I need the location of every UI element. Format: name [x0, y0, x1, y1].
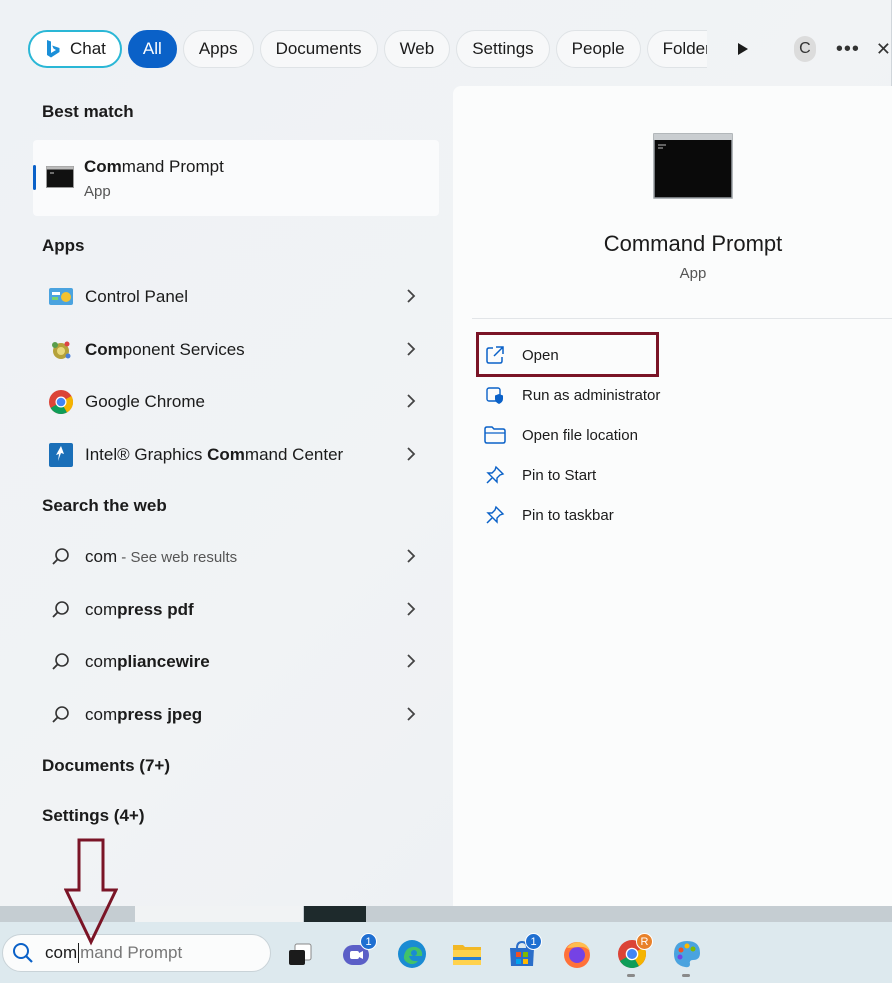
chevron-right-icon[interactable] [405, 445, 417, 463]
chrome-icon [47, 388, 75, 416]
documents-heading[interactable]: Documents (7+) [42, 756, 170, 776]
filter-chat[interactable]: Chat [28, 30, 122, 68]
close-icon[interactable]: ✕ [876, 39, 891, 60]
selection-indicator [33, 165, 36, 190]
running-indicator [682, 974, 690, 977]
intel-graphics-icon [47, 441, 75, 469]
web-result-label: compress pdf [85, 600, 194, 619]
search-typed-text: com [45, 943, 78, 962]
play-icon [738, 43, 749, 55]
chevron-right-icon[interactable] [405, 705, 417, 723]
filter-folders[interactable]: Folders [646, 30, 707, 68]
search-icon [47, 596, 75, 624]
edge-icon[interactable] [396, 938, 428, 970]
search-icon [47, 543, 75, 571]
filter-people[interactable]: People [555, 30, 641, 68]
app-control-panel[interactable]: Control Panel [33, 275, 439, 319]
chrome-profile-badge: R [636, 933, 653, 950]
app-component-services[interactable]: Component Services [33, 328, 439, 372]
app-label: Control Panel [85, 287, 189, 306]
action-label: Open file location [522, 426, 638, 444]
down-arrow-annotation [64, 838, 118, 946]
chevron-right-icon[interactable] [405, 392, 417, 410]
bing-icon [47, 40, 60, 58]
settings-heading[interactable]: Settings (4+) [42, 806, 145, 826]
web-result-label: compliancewire [85, 652, 210, 671]
taskbar-search-input[interactable]: com mand Prompt [2, 934, 271, 972]
app-label: Intel® Graphics Command Center [85, 445, 344, 464]
filter-settings[interactable]: Settings [456, 30, 550, 68]
filter-chat-label: Chat [70, 39, 106, 58]
action-pin-to-taskbar[interactable]: Pin to taskbar [483, 495, 614, 535]
chevron-right-icon[interactable] [405, 340, 417, 358]
file-explorer-icon[interactable] [451, 938, 483, 970]
action-label: Run as administrator [522, 386, 661, 404]
search-icon [47, 648, 75, 676]
filter-bar: Chat All Apps Documents Web Settings Peo… [28, 29, 891, 69]
control-panel-icon [47, 283, 75, 311]
action-open-file-location[interactable]: Open file location [483, 415, 638, 455]
app-google-chrome[interactable]: Google Chrome [33, 380, 439, 424]
scroll-filters-button[interactable] [731, 34, 756, 64]
background-window-strip [0, 906, 892, 922]
chevron-right-icon[interactable] [405, 600, 417, 618]
divider [472, 318, 892, 319]
best-match-command-prompt[interactable]: Command Prompt App [33, 140, 439, 216]
search-panel: Chat All Apps Documents Web Settings Peo… [0, 0, 892, 906]
paint-icon[interactable] [671, 938, 703, 970]
component-services-icon [47, 336, 75, 364]
detail-app-type: App [679, 265, 707, 282]
text-caret [78, 943, 80, 963]
open-highlight-annotation [476, 332, 659, 377]
action-label: Pin to taskbar [522, 506, 614, 524]
chevron-right-icon[interactable] [405, 652, 417, 670]
web-result-label: compress jpeg [85, 705, 203, 724]
search-icon [47, 701, 75, 729]
background-window-dark [304, 906, 366, 922]
web-result[interactable]: compress jpeg [33, 693, 439, 737]
web-result-label: com - See web results [85, 547, 238, 566]
firefox-icon[interactable] [561, 938, 593, 970]
search-web-heading: Search the web [42, 496, 167, 515]
more-options-button[interactable]: ••• [836, 38, 860, 61]
search-suggestion-text: mand Prompt [80, 943, 183, 962]
account-avatar[interactable]: C [793, 36, 816, 62]
filter-web[interactable]: Web [383, 30, 451, 68]
filter-documents[interactable]: Documents [259, 30, 378, 68]
action-pin-to-start[interactable]: Pin to Start [483, 455, 596, 495]
web-result[interactable]: compliancewire [33, 640, 439, 684]
best-match-title: Command Prompt [84, 157, 224, 176]
app-intel-graphics-command-center[interactable]: Intel® Graphics Command Center [33, 433, 439, 477]
filter-all[interactable]: All [127, 30, 177, 68]
app-label: Component Services [85, 340, 245, 359]
detail-pane: Command Prompt App Open Run as administr… [453, 86, 892, 906]
task-view-icon[interactable] [285, 938, 317, 970]
detail-app-name: Command Prompt [603, 231, 783, 256]
pin-icon [483, 503, 507, 527]
command-prompt-large-icon [653, 133, 733, 199]
chevron-right-icon[interactable] [405, 547, 417, 565]
web-result[interactable]: com - See web results [33, 535, 439, 579]
web-result[interactable]: compress pdf [33, 588, 439, 632]
store-badge: 1 [525, 933, 542, 950]
app-label: Google Chrome [85, 392, 206, 411]
best-match-subtitle: App [84, 183, 111, 200]
running-indicator [627, 974, 635, 977]
best-match-heading: Best match [42, 102, 134, 121]
chevron-right-icon[interactable] [405, 287, 417, 305]
shield-icon [483, 383, 507, 407]
folder-icon [483, 423, 507, 447]
pin-icon [483, 463, 507, 487]
teams-badge: 1 [360, 933, 377, 950]
filter-apps[interactable]: Apps [182, 30, 254, 68]
apps-heading: Apps [42, 236, 85, 255]
command-prompt-icon [46, 166, 74, 188]
action-label: Pin to Start [522, 466, 597, 484]
search-icon [13, 943, 33, 963]
action-run-as-administrator[interactable]: Run as administrator [483, 375, 660, 415]
background-window [135, 906, 303, 922]
